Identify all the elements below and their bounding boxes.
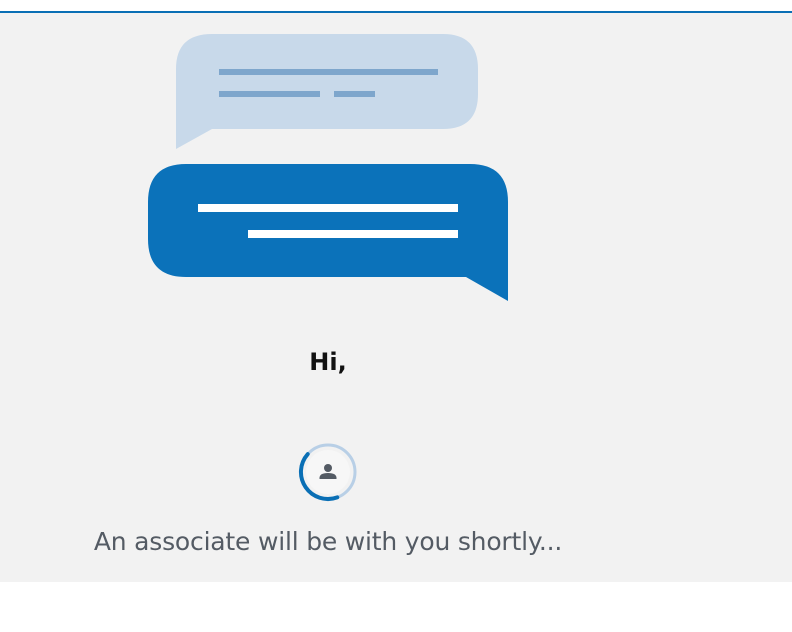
- status-message: An associate will be with you shortly...: [93, 527, 563, 556]
- chat-bubbles-icon: [140, 30, 520, 310]
- incoming-message-bubble: [176, 34, 478, 149]
- text-line: [198, 204, 458, 212]
- text-line: [219, 69, 438, 75]
- text-line: [334, 91, 375, 97]
- outgoing-message-bubble: [148, 164, 508, 301]
- agent-avatar: [298, 442, 358, 502]
- text-line: [219, 91, 320, 97]
- text-line: [248, 230, 458, 238]
- greeting-text: Hi,: [309, 348, 347, 376]
